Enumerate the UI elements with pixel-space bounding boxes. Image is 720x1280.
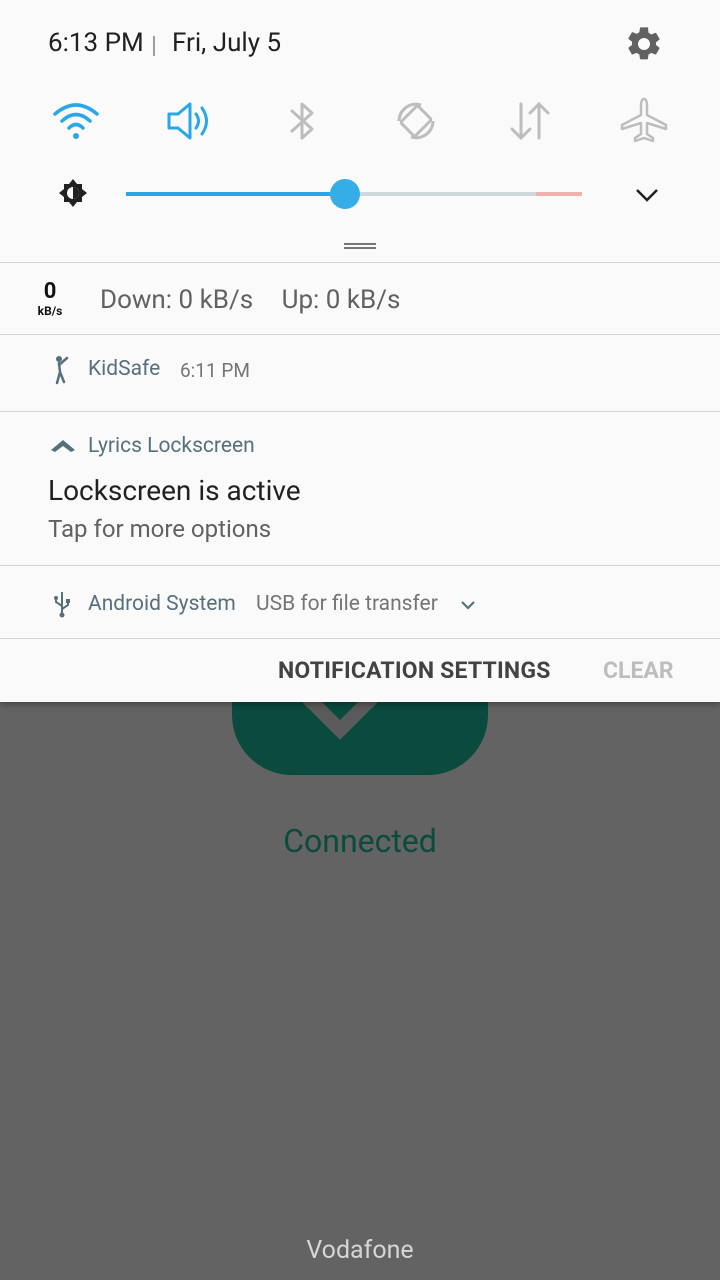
android-system-notification[interactable]: Android System USB for file transfer	[0, 565, 720, 639]
speed-badge: 0 kB/s	[30, 279, 70, 318]
kidsafe-app-name: KidSafe	[88, 357, 161, 381]
brightness-high-zone	[536, 192, 582, 196]
bluetooth-icon[interactable]	[277, 96, 327, 146]
brightness-icon	[59, 179, 87, 207]
system-app-name: Android System	[88, 592, 236, 616]
speed-badge-value: 0	[43, 279, 57, 304]
lyrics-app-name: Lyrics Lockscreen	[88, 434, 255, 458]
brightness-slider[interactable]	[126, 179, 582, 209]
mobile-data-icon[interactable]	[505, 96, 555, 146]
lyrics-text: Tap for more options	[48, 515, 272, 543]
system-detail: USB for file transfer	[256, 592, 438, 616]
notification-settings-button[interactable]: NOTIFICATION SETTINGS	[278, 657, 551, 684]
kidsafe-icon	[55, 356, 69, 385]
wifi-icon[interactable]	[51, 96, 101, 146]
gear-icon[interactable]	[624, 24, 664, 64]
brightness-thumb[interactable]	[329, 179, 360, 209]
brightness-fill	[126, 192, 345, 196]
auto-rotate-icon[interactable]	[391, 96, 441, 146]
divider	[153, 36, 155, 56]
kidsafe-time: 6:11 PM	[180, 359, 250, 382]
net-speed-notification[interactable]: 0 kB/s Down: 0 kB/s Up: 0 kB/s	[0, 262, 720, 335]
notification-panel: 6:13 PM Fri, July 5 0 kB/s Down: 0 kB/s …	[0, 0, 720, 702]
date: Fri, July 5	[172, 28, 282, 58]
expand-chevron-icon[interactable]	[458, 596, 478, 614]
panel-actions: NOTIFICATION SETTINGS CLEAR	[0, 638, 720, 703]
lyrics-title: Lockscreen is active	[48, 474, 301, 507]
clear-button[interactable]: CLEAR	[603, 657, 674, 684]
sound-icon[interactable]	[164, 96, 214, 146]
clock: 6:13 PM	[48, 28, 144, 58]
panel-drag-handle[interactable]	[344, 243, 376, 249]
connection-status: Connected	[283, 822, 437, 860]
chevron-down-icon[interactable]	[634, 182, 660, 208]
download-speed: Down: 0 kB/s	[100, 285, 254, 315]
airplane-mode-icon[interactable]	[619, 96, 669, 146]
lyrics-notification[interactable]: Lyrics Lockscreen Lockscreen is active T…	[0, 411, 720, 566]
speed-badge-unit: kB/s	[37, 304, 63, 318]
lyrics-lockscreen-icon	[51, 440, 75, 452]
speed-text: Down: 0 kB/s Up: 0 kB/s	[100, 285, 422, 315]
carrier-name: Vodafone	[306, 1236, 414, 1265]
quick-settings: 6:13 PM Fri, July 5	[0, 0, 720, 262]
upload-speed: Up: 0 kB/s	[281, 285, 401, 315]
kidsafe-notification[interactable]: KidSafe 6:11 PM	[0, 334, 720, 412]
usb-icon	[54, 592, 70, 618]
